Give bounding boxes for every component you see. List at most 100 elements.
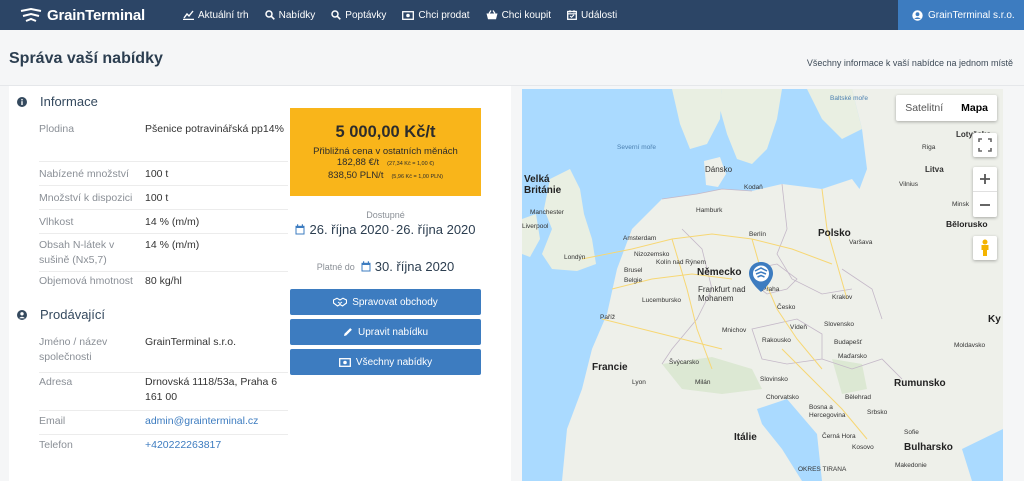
map-label-riga: Riga [922,144,936,151]
nav-item-udalosti[interactable]: Události [559,0,625,30]
manage-trades-label: Spravovat obchody [352,296,438,308]
price-eur-line: 182,88 €/t (27,34 Kč = 1,00 €) [290,157,481,170]
map-type-switcher: Satelitní Mapa [896,95,997,121]
map-label-sofie: Sofie [904,429,919,436]
info-label: Objemová hmotnost [39,275,133,287]
pegman-icon [981,239,989,256]
info-value: 14 % (m/m) [145,216,200,228]
map-type-map[interactable]: Mapa [952,95,997,121]
map-label-manchester: Manchester [530,209,564,216]
info-section-title: Informace [40,94,98,109]
price-pln-line: 838,50 PLN/t (5,96 Kč = 1,00 PLN) [290,170,481,183]
map-type-satellite[interactable]: Satelitní [896,95,952,121]
map-label-makedonie: Makedonie [895,462,927,469]
seller-row-name: Jméno / název společnosti GrainTerminal … [39,335,288,373]
nav-item-nabidky[interactable]: Nabídky [257,0,324,30]
availability-from: 26. října 2020 [309,222,389,237]
map-label-belehrad: Bělehrad [845,394,872,401]
grain-logo-icon [20,8,42,22]
edit-offer-button[interactable]: Upravit nabídku [290,319,481,345]
calendar-icon [295,224,305,235]
map-label-brusel: Brusel [624,267,643,274]
map-label-okres-tirana: OKRES TIRANA [798,466,847,473]
calendar-icon [361,261,371,272]
seller-phone-link[interactable]: +420222263817 [145,438,285,453]
seller-label: Telefon [39,439,73,451]
map-label-rakousko: Rakousko [762,337,791,344]
map-label-budapest: Budapešť [834,339,863,346]
seller-section-title: Prodávající [40,307,106,322]
info-value: 14 % (m/m) [145,239,200,251]
info-value: Pšenice potravinářská pp14% [145,123,284,135]
street-view-button[interactable] [973,236,997,260]
info-icon [17,96,27,107]
offer-map-marker[interactable] [748,261,774,293]
nav-item-label: Chci koupit [501,9,552,21]
seller-value: Drnovská 1118/53a, Praha 6 161 00 [145,376,278,403]
info-section-heading: Informace [17,94,98,109]
brand-logo[interactable]: GrainTerminal [0,7,175,24]
nav-item-chci-koupit[interactable]: Chci koupit [478,0,559,30]
fullscreen-button[interactable] [973,133,997,157]
map-label-madarsko: Maďarsko [838,353,867,360]
map-label-italie: Itálie [734,432,757,443]
user-menu[interactable]: GrainTerminal s.r.o. [898,0,1024,30]
info-label: Množství k dispozici [39,192,133,204]
user-circle-icon [17,309,27,320]
map-label-mnichov: Mnichov [722,327,747,334]
edit-offer-label: Upravit nabídku [357,326,429,338]
search-icon [331,10,342,20]
info-value: 100 t [145,192,169,204]
info-label: Obsah N-látek v sušině (Nx5,7) [39,239,115,266]
top-navbar: GrainTerminal Aktuální trh Nabídky Poptá… [0,0,1024,30]
zoom-out-button[interactable] [973,192,997,217]
availability-separator: - [391,224,394,235]
map-label-nizozemsko: Nizozemsko [634,251,670,258]
nav-item-poptavky[interactable]: Poptávky [323,0,394,30]
map-label-kosovo: Kosovo [852,444,874,451]
map-label-amsterdam: Amsterdam [623,235,657,242]
nav-item-label: Události [581,9,618,21]
nav-menu: Aktuální trh Nabídky Poptávky Chci proda… [175,0,625,30]
nav-item-label: Chci prodat [418,9,470,21]
availability-to: 26. října 2020 [396,222,476,237]
map-label-svycarsko: Švýcarsko [669,359,699,366]
nav-item-chci-prodat[interactable]: Chci prodat [394,0,477,30]
info-value: 80 kg/hl [145,275,182,287]
money-icon [402,10,415,20]
info-label: Nabízené množství [39,168,129,180]
brand-name: GrainTerminal [47,6,145,24]
map-label-belorusko: Bělorusko [946,219,988,229]
info-row-nabizene-mnozstvi: Nabízené množství 100 t [39,162,288,186]
map-label-minsk: Minsk [952,201,969,208]
map-label-krakov: Krakov [832,294,853,301]
nav-item-aktualni-trh[interactable]: Aktuální trh [175,0,257,30]
handshake-icon [333,297,348,307]
info-row-objemova-hmotnost: Objemová hmotnost 80 kg/hl [39,272,288,294]
all-offers-button[interactable]: Všechny nabídky [290,349,481,375]
map-label-pariz: Paříž [600,314,616,321]
map-label-cesko: Česko [777,304,796,311]
zoom-in-button[interactable] [973,167,997,192]
info-value: 100 t [145,168,169,180]
manage-trades-button[interactable]: Spravovat obchody [290,289,481,315]
map-label-londyn: Londýn [564,254,586,261]
price-pln: 838,50 PLN/t [328,170,384,181]
seller-label: Jméno / název společnosti [39,336,108,363]
valid-until-row: Platné do 30. října 2020 [290,259,481,274]
map-label-viden: Vídeň [790,324,807,331]
map-label-britanie: Británie [524,185,562,196]
money-icon [338,357,351,367]
map-label-dansko: Dánsko [705,165,733,174]
zoom-control [973,167,997,217]
availability-label: Dostupné [366,210,405,220]
offer-panel: Informace Plodina Pšenice potravinářská … [9,86,511,481]
seller-email-link[interactable]: admin@grainterminal.cz [145,414,285,429]
map-label-kodan: Kodaň [744,184,763,191]
plus-icon [980,174,990,184]
search-icon [264,10,275,20]
price-approx-label: Přibližná cena v ostatních měnách [313,146,458,157]
map-panel[interactable]: Baltské moře Severní moře Lotyšsko Riga … [522,89,1003,481]
map-label-polsko: Polsko [818,228,851,239]
info-row-vlhkost: Vlhkost 14 % (m/m) [39,210,288,234]
